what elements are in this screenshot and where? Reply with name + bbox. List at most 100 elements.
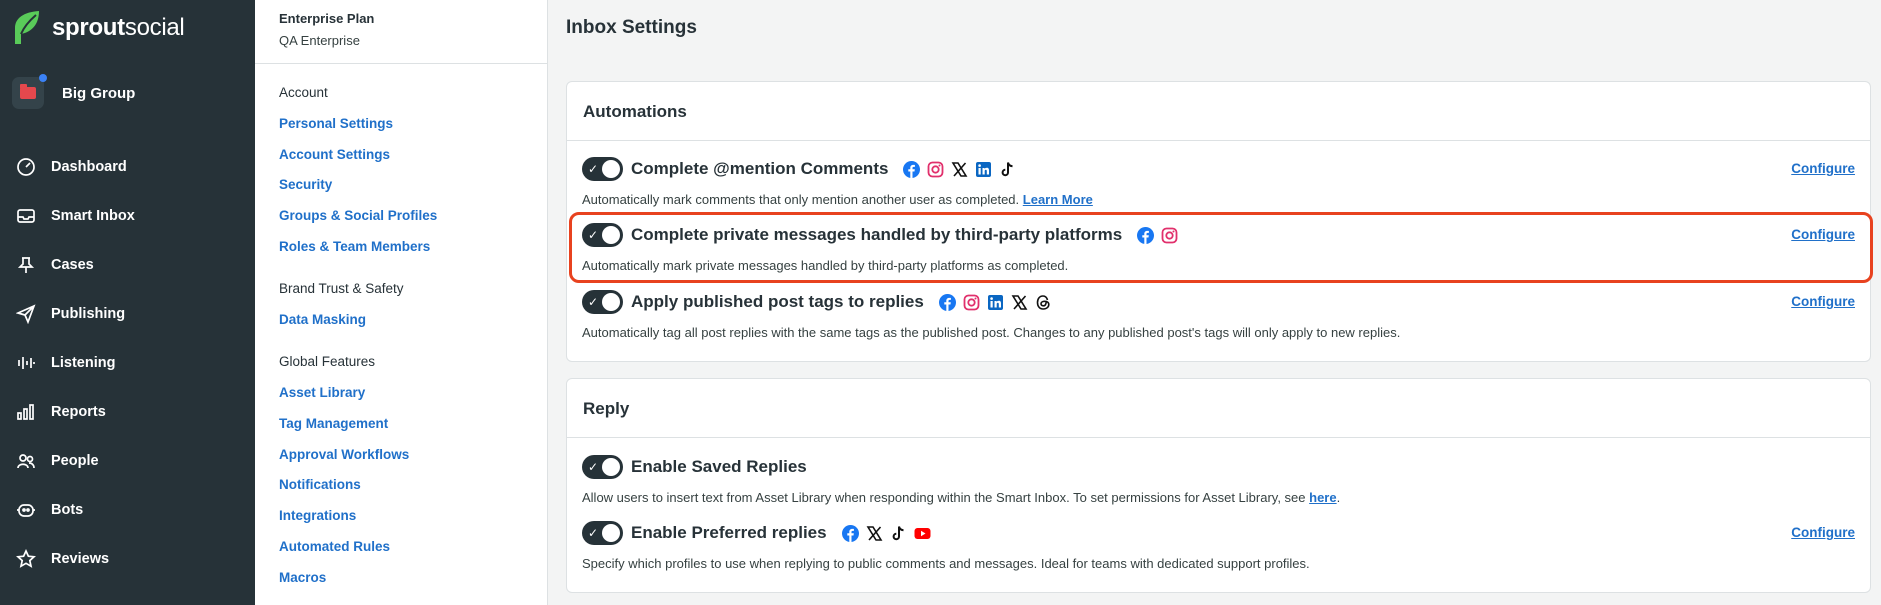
bar-chart-icon [17, 404, 34, 420]
toggle-switch[interactable]: ✓ [582, 157, 623, 181]
x-icon [952, 161, 968, 177]
link-data-masking[interactable]: Data Masking [279, 312, 366, 327]
link-notifications[interactable]: Notifications [279, 477, 361, 492]
description-suffix: . [1336, 490, 1341, 505]
nav-reports[interactable]: Reports [16, 400, 106, 424]
instagram-icon [963, 294, 980, 310]
main-content: Inbox Settings Automations ✓ Complete @m… [548, 0, 1881, 605]
nav-label: Dashboard [51, 159, 127, 175]
nav-label: Publishing [51, 306, 126, 322]
link-approval-workflows[interactable]: Approval Workflows [279, 447, 409, 462]
nav-label: Reviews [51, 551, 110, 567]
sprout-leaf-icon [15, 11, 39, 44]
setting-description: Allow users to insert text from Asset Li… [582, 490, 1340, 505]
check-icon: ✓ [588, 162, 599, 176]
link-asset-library[interactable]: Asset Library [279, 385, 365, 400]
global-nav: sproutsocial Big Group Dashboard Smart I… [0, 0, 255, 605]
check-icon: ✓ [588, 460, 599, 474]
learn-more-link[interactable]: Learn More [1023, 192, 1093, 207]
x-icon [1011, 294, 1028, 310]
nav-label: Listening [51, 355, 116, 371]
nav-reviews[interactable]: Reviews [16, 547, 109, 571]
description-text: Automatically mark comments that only me… [582, 192, 1020, 207]
link-integrations[interactable]: Integrations [279, 508, 356, 523]
group-label: Big Group [62, 84, 136, 102]
group-switcher[interactable]: Big Group [12, 74, 136, 109]
tiktok-icon [892, 525, 904, 540]
brand-logo[interactable]: sproutsocial [12, 10, 185, 46]
facebook-icon [903, 160, 921, 178]
card-header: Reply [567, 379, 1870, 438]
settings-subnav: Enterprise Plan QA Enterprise Account Pe… [255, 0, 548, 605]
setting-title-text: Complete @mention Comments [631, 159, 889, 178]
section-heading-global-features: Global Features [279, 354, 376, 369]
nav-label: Smart Inbox [51, 208, 135, 224]
setting-title-text: Apply published post tags to replies [631, 292, 924, 311]
setting-title: Complete @mention Comments [631, 159, 1016, 179]
check-icon: ✓ [588, 295, 599, 309]
description-text: Allow users to insert text from Asset Li… [582, 490, 1306, 505]
folder-icon [12, 74, 47, 109]
link-groups-social-profiles[interactable]: Groups & Social Profiles [279, 208, 437, 223]
configure-link[interactable]: Configure [1791, 294, 1855, 309]
configure-link[interactable]: Configure [1791, 525, 1855, 540]
people-icon [17, 454, 35, 469]
setting-title: Enable Preferred replies [631, 523, 931, 543]
link-account-settings[interactable]: Account Settings [279, 147, 390, 162]
plan-subtitle: QA Enterprise [279, 33, 360, 48]
bot-icon [17, 504, 35, 517]
link-personal-settings[interactable]: Personal Settings [279, 116, 393, 131]
link-automated-rules[interactable]: Automated Rules [279, 539, 390, 554]
x-icon [866, 525, 883, 541]
pin-icon [17, 257, 35, 273]
reply-card: Reply ✓ Enable Saved Replies Allow users… [566, 378, 1871, 593]
toggle-switch[interactable]: ✓ [582, 290, 623, 314]
card-title: Reply [583, 399, 630, 418]
nav-listening[interactable]: Listening [16, 351, 115, 375]
nav-label: Cases [51, 257, 94, 273]
page-title: Inbox Settings [566, 17, 697, 38]
linkedin-icon [976, 161, 992, 177]
linkedin-icon [987, 294, 1003, 310]
instagram-icon [928, 161, 944, 177]
inbox-icon [17, 209, 35, 223]
toggle-switch[interactable]: ✓ [582, 521, 623, 545]
nav-label: People [51, 453, 99, 469]
nav-label: Bots [51, 502, 84, 518]
setting-title-text: Enable Saved Replies [631, 457, 807, 476]
plan-title: Enterprise Plan [279, 11, 375, 26]
paper-plane-icon [16, 304, 36, 324]
link-macros[interactable]: Macros [279, 570, 326, 585]
highlight-box [569, 212, 1873, 283]
nav-bots[interactable]: Bots [16, 498, 83, 522]
nav-label: Reports [51, 404, 106, 420]
configure-link[interactable]: Configure [1791, 161, 1855, 176]
facebook-icon [841, 524, 859, 542]
section-heading-brand-trust: Brand Trust & Safety [279, 281, 404, 296]
nav-dashboard[interactable]: Dashboard [16, 155, 127, 179]
link-security[interactable]: Security [279, 177, 332, 192]
facebook-icon [938, 293, 956, 311]
threads-icon [1036, 294, 1050, 310]
section-heading-account: Account [279, 85, 328, 100]
nav-publishing[interactable]: Publishing [16, 302, 125, 326]
card-title: Automations [583, 102, 687, 121]
setting-description: Automatically mark comments that only me… [582, 192, 1093, 207]
dashboard-icon [17, 158, 35, 176]
setting-title: Enable Saved Replies [631, 457, 807, 477]
card-header: Automations [567, 82, 1870, 141]
brand-name: sproutsocial [52, 14, 185, 41]
star-icon [16, 549, 36, 568]
toggle-switch[interactable]: ✓ [582, 455, 623, 479]
setting-description: Automatically tag all post replies with … [582, 325, 1401, 340]
check-icon: ✓ [588, 526, 599, 540]
nav-smart-inbox[interactable]: Smart Inbox [16, 204, 135, 228]
setting-title-text: Enable Preferred replies [631, 523, 827, 542]
link-tag-management[interactable]: Tag Management [279, 416, 388, 431]
here-link[interactable]: here [1309, 490, 1336, 505]
nav-people[interactable]: People [16, 449, 99, 473]
tiktok-icon [1002, 161, 1014, 176]
youtube-icon [914, 527, 931, 539]
link-roles-team-members[interactable]: Roles & Team Members [279, 239, 430, 254]
nav-cases[interactable]: Cases [16, 253, 94, 277]
